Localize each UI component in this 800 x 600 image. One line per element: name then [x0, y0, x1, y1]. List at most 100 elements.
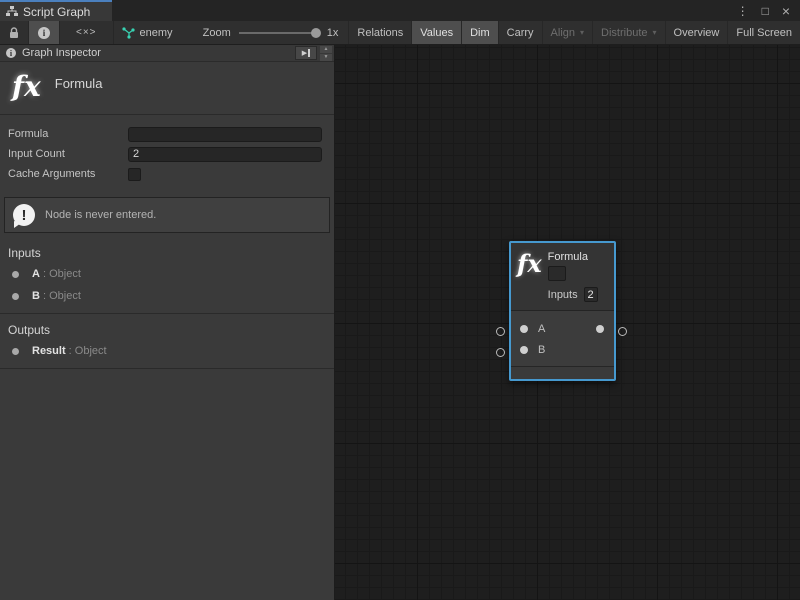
zoom-slider[interactable] [239, 32, 319, 34]
dock-panel-button[interactable]: ▶ [295, 46, 317, 60]
node-port-b[interactable]: B [511, 343, 545, 357]
node-inputs-label: Inputs [548, 289, 578, 301]
graph-toolbar: i <×> enemy Zoom 1x Relations Values Dim… [0, 21, 800, 45]
chevron-down-icon: ▾ [653, 28, 657, 37]
output-port-row-result: Result : Object [0, 340, 334, 362]
graph-inspector-panel: i Graph Inspector ▶ ▲ ▼ fx Formula Formu… [0, 45, 335, 600]
input-count-label: Input Count [8, 148, 128, 160]
port-type: Object [49, 268, 81, 280]
inspector-title: Graph Inspector [22, 47, 101, 59]
carry-button[interactable]: Carry [499, 21, 543, 44]
title-bar: Script Graph ⋮ □ × [0, 0, 800, 21]
overview-label: Overview [674, 27, 720, 39]
node-port-a[interactable]: A [511, 322, 545, 336]
warning-text: Node is never entered. [45, 209, 156, 221]
spin-up-icon[interactable]: ▲ [320, 46, 332, 53]
port-label: A [538, 323, 545, 335]
spin-down-icon[interactable]: ▼ [320, 54, 332, 61]
formula-node[interactable]: fx Formula Inputs 2 A B [509, 241, 616, 381]
carry-label: Carry [507, 27, 534, 39]
outputs-heading: Outputs [0, 314, 334, 340]
port-type: Object [75, 345, 107, 357]
input-port-icon[interactable] [520, 346, 528, 354]
zoom-control: Zoom 1x [193, 21, 350, 44]
formula-node-header: fx Formula Inputs 2 [511, 243, 614, 311]
dock-bar-icon [308, 49, 310, 57]
script-graph-icon [6, 6, 18, 17]
lock-icon [9, 27, 19, 39]
port-separator: : [66, 345, 75, 357]
zoom-value: 1x [327, 27, 339, 39]
port-name: A [32, 268, 40, 280]
lock-button[interactable] [0, 21, 29, 44]
graph-breadcrumb[interactable]: enemy [114, 21, 183, 44]
inspector-toggle-button[interactable]: i [29, 21, 60, 44]
node-input-count[interactable]: 2 [584, 287, 598, 302]
chevron-down-icon: ▾ [580, 28, 584, 37]
cache-arguments-row: Cache Arguments [8, 164, 322, 184]
window-menu-icon[interactable]: ⋮ [737, 4, 749, 18]
close-icon[interactable]: × [782, 3, 790, 19]
port-separator: : [40, 268, 49, 280]
port-bullet-icon [12, 271, 19, 278]
formula-node-body: A B [511, 311, 614, 366]
formula-fx-icon: fx [517, 251, 542, 304]
graph-canvas[interactable]: fx Formula Inputs 2 A B [335, 45, 800, 600]
unconnected-port-ring[interactable] [618, 327, 627, 336]
full-screen-button[interactable]: Full Screen [728, 21, 800, 44]
section-divider [0, 368, 334, 369]
full-screen-label: Full Screen [736, 27, 792, 39]
toolbar-spacer [183, 21, 193, 44]
graph-icon [122, 27, 135, 39]
values-button[interactable]: Values [412, 21, 462, 44]
input-port-icon[interactable] [520, 325, 528, 333]
port-name: Result [32, 345, 66, 357]
maximize-icon[interactable]: □ [762, 4, 769, 18]
unconnected-port-ring[interactable] [496, 327, 505, 336]
unconnected-port-ring[interactable] [496, 348, 505, 357]
dock-icon: ▶ [302, 49, 307, 57]
cache-arguments-checkbox[interactable] [128, 168, 141, 181]
input-count-field-row: Input Count 2 [8, 144, 322, 164]
info-icon: i [38, 27, 50, 39]
code-preview-button[interactable]: <×> [60, 21, 114, 44]
port-type: Object [49, 290, 81, 302]
relations-label: Relations [357, 27, 403, 39]
values-label: Values [420, 27, 453, 39]
dim-button[interactable]: Dim [462, 21, 499, 44]
formula-field-row: Formula [8, 124, 322, 144]
port-separator: : [40, 290, 49, 302]
tab-label: Script Graph [23, 5, 90, 19]
inputs-heading: Inputs [0, 237, 334, 263]
warning-box: ! Node is never entered. [4, 197, 330, 233]
port-label: B [538, 344, 545, 356]
code-icon: <×> [76, 27, 97, 38]
input-port-row-b: B : Object [0, 285, 334, 307]
formula-input[interactable] [128, 127, 322, 142]
formula-field-label: Formula [8, 128, 128, 140]
window-controls: ⋮ □ × [737, 0, 800, 21]
tab-script-graph[interactable]: Script Graph [0, 0, 112, 21]
distribute-label: Distribute [601, 27, 647, 39]
align-button[interactable]: Align ▾ [543, 21, 593, 44]
warning-icon: ! [13, 204, 35, 226]
output-port-icon[interactable] [596, 325, 604, 333]
port-bullet-icon [12, 293, 19, 300]
dim-label: Dim [470, 27, 490, 39]
align-label: Align [551, 27, 575, 39]
input-port-row-a: A : Object [0, 263, 334, 285]
unit-title: Formula [55, 72, 103, 91]
zoom-label: Zoom [203, 27, 231, 39]
info-icon: i [6, 48, 16, 58]
port-bullet-icon [12, 348, 19, 355]
input-count-input[interactable]: 2 [128, 147, 322, 162]
inspector-fields: Formula Input Count 2 Cache Arguments [0, 115, 334, 188]
zoom-slider-handle[interactable] [311, 28, 321, 38]
node-formula-input[interactable] [548, 266, 566, 281]
port-name: B [32, 290, 40, 302]
distribute-button[interactable]: Distribute ▾ [593, 21, 665, 44]
breadcrumb-label: enemy [140, 27, 173, 39]
overview-button[interactable]: Overview [666, 21, 729, 44]
node-title: Formula [548, 251, 598, 263]
relations-button[interactable]: Relations [349, 21, 412, 44]
